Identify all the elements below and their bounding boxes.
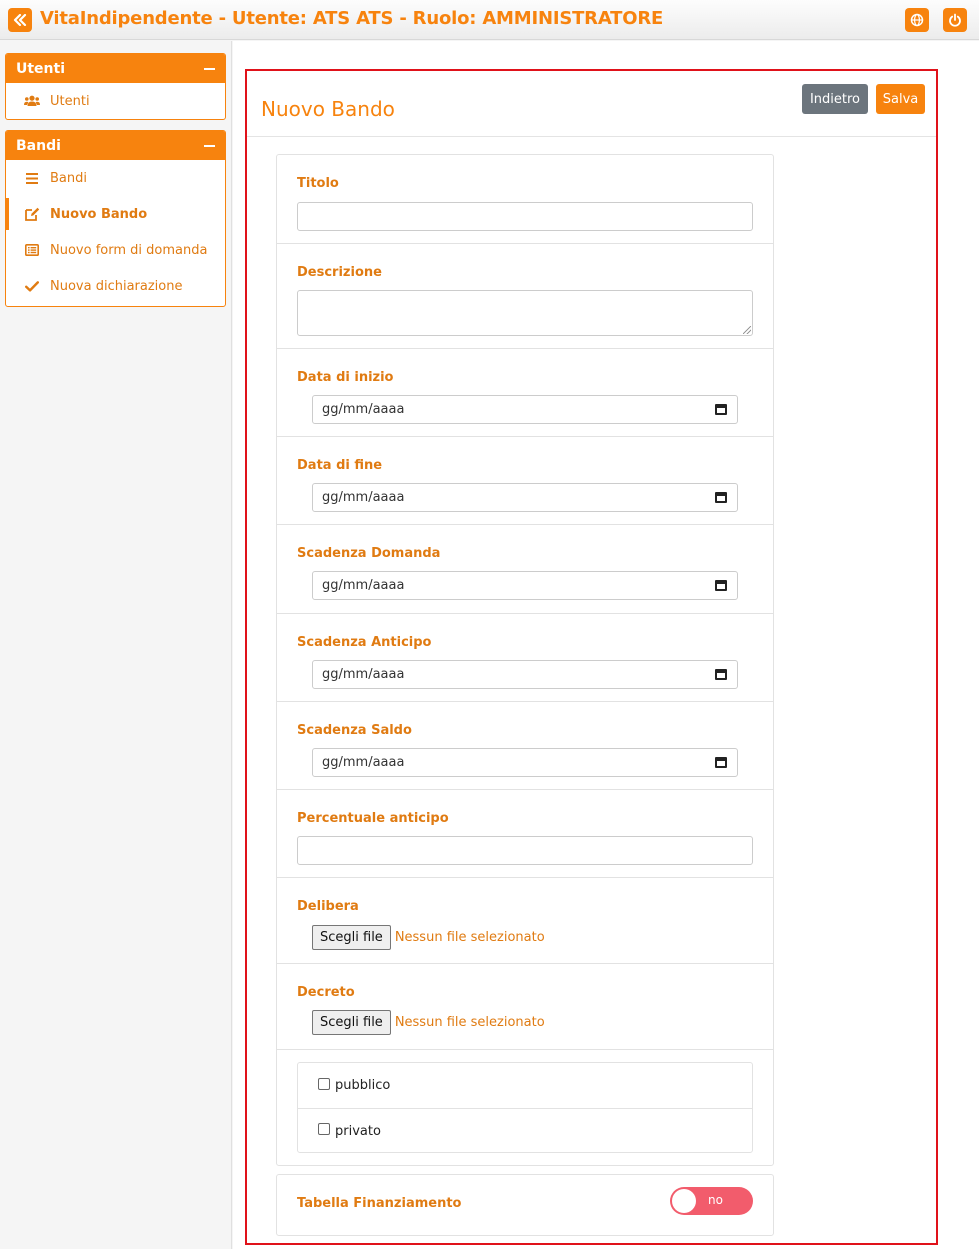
data-fine-input[interactable]: gg/mm/aaaa [312, 483, 738, 512]
date-placeholder: gg/mm/aaaa [322, 402, 405, 417]
finanziamento-toggle[interactable]: no [670, 1187, 753, 1215]
pubblico-checkbox[interactable] [318, 1077, 330, 1090]
form-group-delibera: Delibera Scegli file Nessun file selezio… [277, 878, 773, 964]
privato-label[interactable]: privato [335, 1124, 381, 1139]
list-icon [24, 170, 40, 186]
titolo-label: Titolo [297, 176, 339, 191]
data-inizio-label: Data di inizio [297, 370, 394, 385]
date-placeholder: gg/mm/aaaa [322, 755, 405, 770]
toggle-label: no [708, 1193, 723, 1207]
titolo-input[interactable] [297, 202, 753, 231]
menu-header-label: Bandi [16, 137, 61, 154]
sidebar-item-label: Nuovo Bando [50, 206, 148, 222]
tipo-checkbox-group: pubblico privato [297, 1062, 753, 1153]
sidebar-item-label: Nuova dichiarazione [50, 278, 183, 294]
chevron-double-left-icon[interactable] [8, 8, 32, 32]
menu-panel-bandi: Bandi Bandi Nuovo Bando Nuovo form di do… [5, 130, 226, 307]
sidebar-item-utenti[interactable]: Utenti [6, 83, 225, 119]
scadenza-anticipo-input[interactable]: gg/mm/aaaa [312, 660, 738, 689]
decreto-file-input[interactable]: Scegli file Nessun file selezionato [312, 1010, 545, 1035]
scadenza-domanda-input[interactable]: gg/mm/aaaa [312, 571, 738, 600]
form-group-scadenza-domanda: Scadenza Domanda gg/mm/aaaa [277, 525, 773, 614]
descrizione-textarea[interactable] [297, 290, 753, 336]
scadenza-domanda-label: Scadenza Domanda [297, 546, 441, 561]
bando-form-card: Titolo Descrizione Data di inizio gg/mm/… [276, 154, 774, 1166]
sidebar-item-nuova-dichiarazione[interactable]: Nuova dichiarazione [6, 268, 225, 304]
sidebar-item-label: Nuovo form di domanda [50, 242, 208, 258]
form-group-scadenza-saldo: Scadenza Saldo gg/mm/aaaa [277, 702, 773, 790]
menu-header-bandi[interactable]: Bandi [6, 131, 225, 160]
calendar-icon[interactable] [715, 492, 727, 503]
percentuale-input[interactable] [297, 836, 753, 865]
menu-header-utenti[interactable]: Utenti [6, 54, 225, 83]
sidebar-item-nuovo-form-domanda[interactable]: Nuovo form di domanda [6, 232, 225, 268]
delibera-label: Delibera [297, 899, 359, 914]
check-icon [24, 278, 40, 294]
privato-checkbox[interactable] [318, 1123, 330, 1135]
pubblico-label[interactable]: pubblico [335, 1078, 390, 1093]
sidebar: Utenti Utenti Bandi Bandi Nuovo Bando Nu… [0, 41, 232, 1249]
page-title: Nuovo Bando [261, 97, 395, 121]
list-alt-icon [24, 242, 40, 258]
sidebar-item-nuovo-bando[interactable]: Nuovo Bando [6, 196, 225, 232]
top-bar: VitaIndipendente - Utente: ATS ATS - Ruo… [0, 0, 979, 40]
main-content: Nuovo Bando Indietro Salva Titolo Descri… [233, 41, 979, 1249]
highlight-frame: Nuovo Bando Indietro Salva Titolo Descri… [245, 69, 938, 1245]
power-icon[interactable] [943, 8, 967, 32]
back-button[interactable]: Indietro [802, 84, 868, 114]
percentuale-label: Percentuale anticipo [297, 811, 449, 826]
edit-icon [24, 206, 40, 222]
choose-file-button[interactable]: Scegli file [312, 1010, 391, 1035]
decreto-label: Decreto [297, 985, 355, 1000]
scadenza-saldo-label: Scadenza Saldo [297, 723, 412, 738]
finanziamento-card: Tabella Finanziamento no [276, 1174, 774, 1236]
form-group-data-fine: Data di fine gg/mm/aaaa [277, 437, 773, 525]
data-fine-label: Data di fine [297, 458, 383, 473]
choose-file-button[interactable]: Scegli file [312, 925, 391, 950]
save-button[interactable]: Salva [876, 84, 925, 114]
sidebar-item-label: Bandi [50, 170, 87, 186]
users-icon [24, 93, 40, 109]
sidebar-item-bandi[interactable]: Bandi [6, 160, 225, 196]
pubblico-option[interactable]: pubblico [298, 1063, 752, 1108]
minus-icon[interactable] [204, 144, 215, 147]
globe-icon[interactable] [905, 8, 929, 32]
toggle-knob [672, 1189, 696, 1213]
menu-header-label: Utenti [16, 60, 66, 77]
calendar-icon[interactable] [715, 580, 727, 591]
page-header: Nuovo Bando Indietro Salva [247, 71, 936, 137]
date-placeholder: gg/mm/aaaa [322, 667, 405, 682]
form-group-decreto: Decreto Scegli file Nessun file selezion… [277, 964, 773, 1050]
resize-grip-icon[interactable] [743, 326, 751, 334]
file-status: Nessun file selezionato [394, 930, 545, 945]
app-title: VitaIndipendente - Utente: ATS ATS - Ruo… [40, 8, 664, 29]
form-group-data-inizio: Data di inizio gg/mm/aaaa [277, 349, 773, 437]
data-inizio-input[interactable]: gg/mm/aaaa [312, 395, 738, 424]
delibera-file-input[interactable]: Scegli file Nessun file selezionato [312, 925, 545, 950]
form-group-scadenza-anticipo: Scadenza Anticipo gg/mm/aaaa [277, 614, 773, 702]
scadenza-saldo-input[interactable]: gg/mm/aaaa [312, 748, 738, 777]
sidebar-item-label: Utenti [50, 93, 90, 109]
calendar-icon[interactable] [715, 757, 727, 768]
file-status: Nessun file selezionato [394, 1015, 545, 1030]
menu-panel-utenti: Utenti Utenti [5, 53, 226, 120]
form-group-descrizione: Descrizione [277, 244, 773, 349]
calendar-icon[interactable] [715, 404, 727, 415]
date-placeholder: gg/mm/aaaa [322, 490, 405, 505]
form-group-percentuale: Percentuale anticipo [277, 790, 773, 878]
form-group-titolo: Titolo [277, 155, 773, 244]
date-placeholder: gg/mm/aaaa [322, 578, 405, 593]
minus-icon[interactable] [204, 67, 215, 70]
descrizione-label: Descrizione [297, 265, 382, 280]
calendar-icon[interactable] [715, 669, 727, 680]
scadenza-anticipo-label: Scadenza Anticipo [297, 635, 432, 650]
finanziamento-label: Tabella Finanziamento [297, 1196, 462, 1211]
privato-option[interactable]: privato [298, 1108, 752, 1153]
